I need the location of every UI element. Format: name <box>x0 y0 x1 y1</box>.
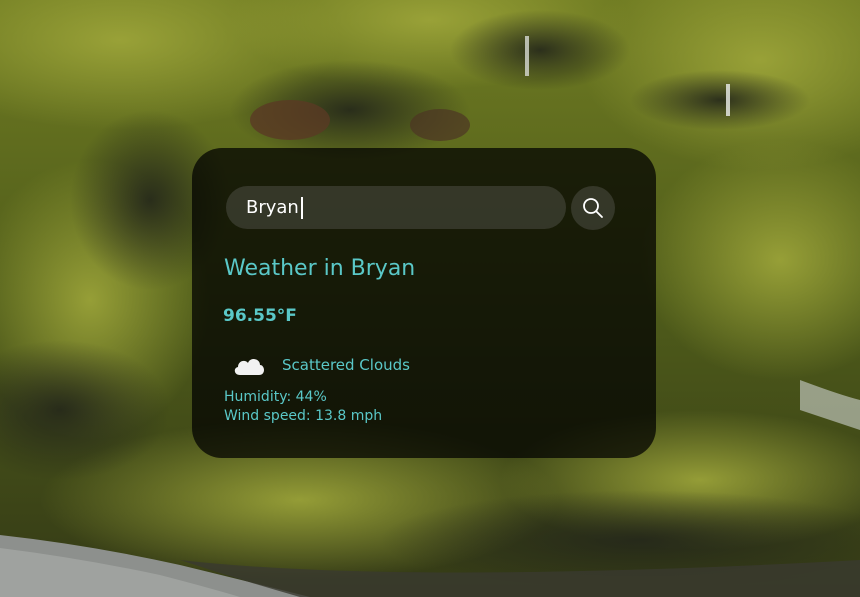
search-icon <box>583 198 603 218</box>
weather-condition: Scattered Clouds <box>282 356 410 374</box>
humidity: Humidity: 44% <box>224 389 327 405</box>
search-input[interactable] <box>226 186 566 229</box>
search-bar <box>226 186 616 230</box>
temperature: 96.55°F <box>223 306 297 326</box>
weather-title: Weather in Bryan <box>224 256 416 281</box>
cloud-icon <box>234 359 264 375</box>
text-caret <box>301 197 303 219</box>
search-button[interactable] <box>571 186 615 230</box>
weather-card: Weather in Bryan 96.55°F Scattered Cloud… <box>192 148 656 458</box>
condition-row: Scattered Clouds <box>232 350 410 380</box>
wind-speed: Wind speed: 13.8 mph <box>224 408 383 424</box>
